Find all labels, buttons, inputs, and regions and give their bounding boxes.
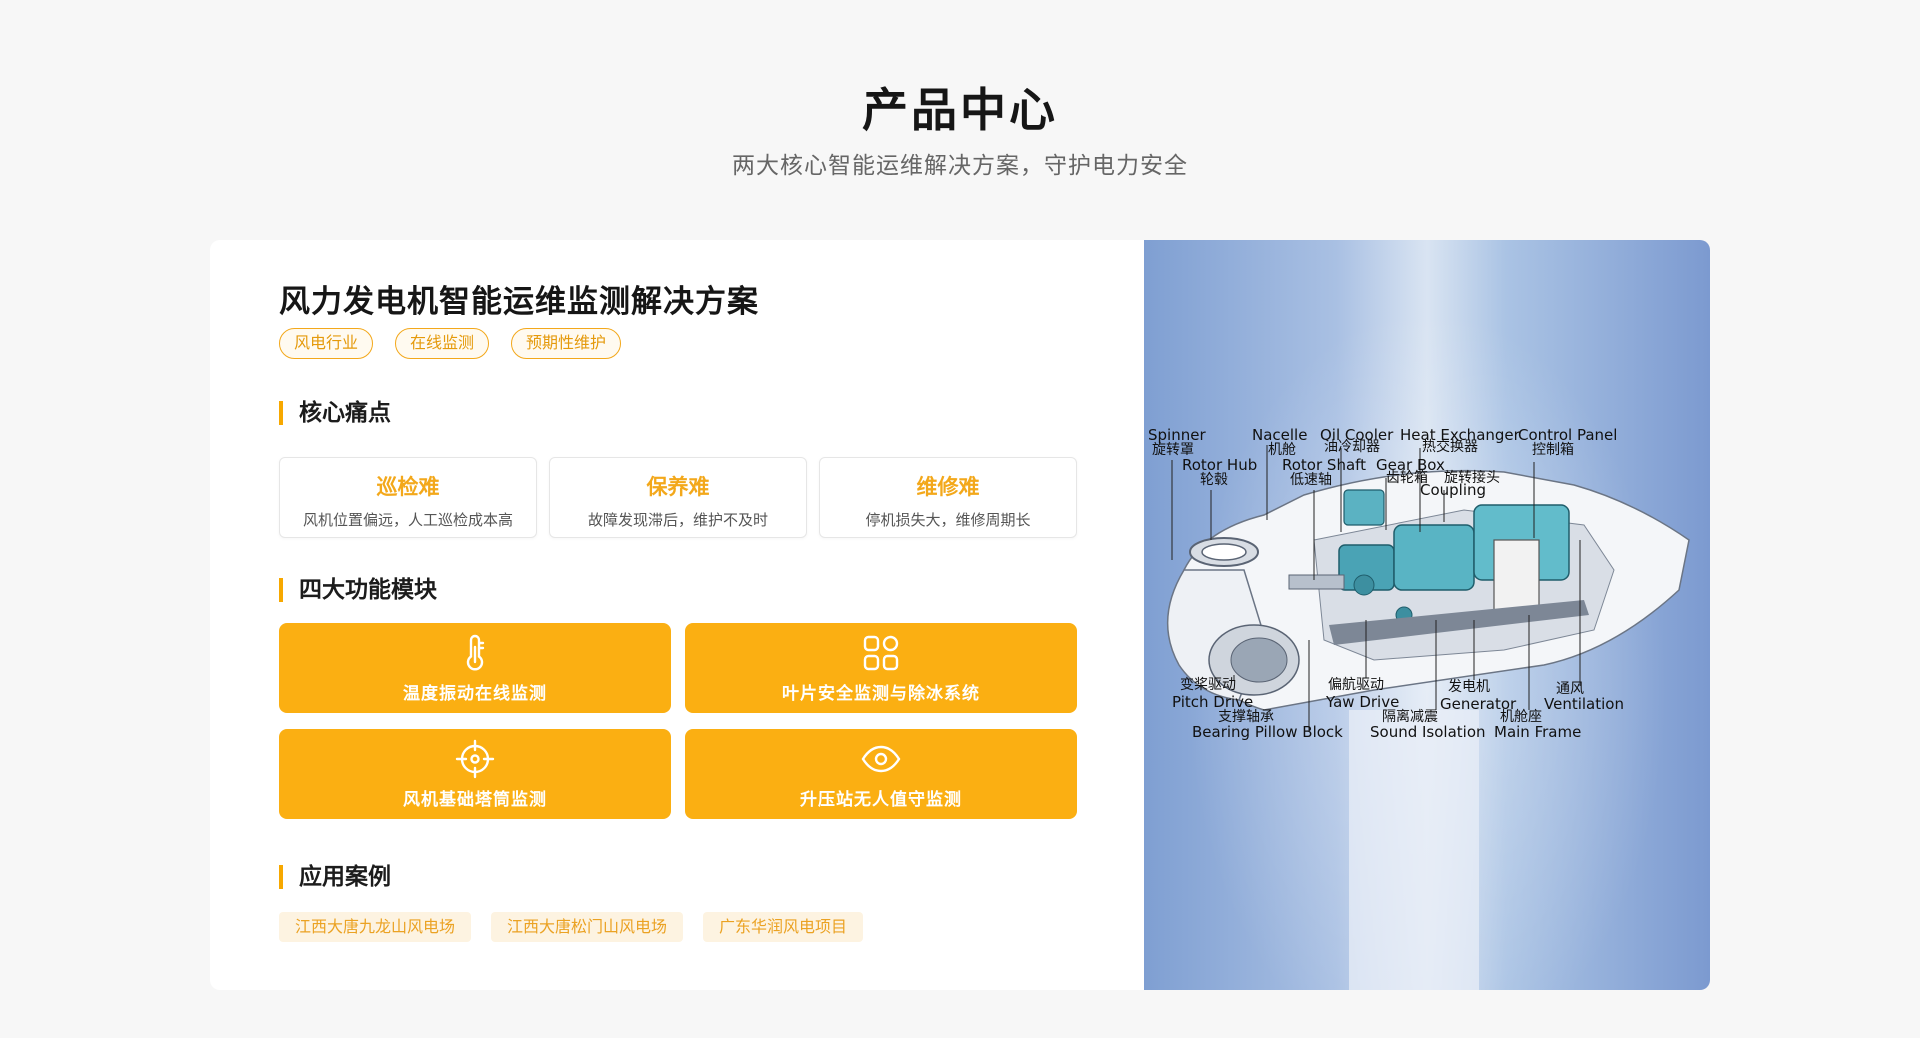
label-coupling-en: Coupling <box>1420 481 1487 499</box>
pain-desc: 停机损失大，维修周期长 <box>865 511 1031 529</box>
label-spinner-en: Spinner <box>1148 426 1206 444</box>
module-substation-unattended[interactable]: 升压站无人值守监测 <box>685 729 1077 819</box>
pain-title: 巡检难 <box>376 475 440 499</box>
case-huarun[interactable]: 广东华润风电项目 <box>703 912 864 942</box>
thermometer-icon <box>466 634 485 670</box>
pain-points-heading: 核心痛点 <box>279 400 391 426</box>
module-temperature-vibration[interactable]: 温度振动在线监测 <box>279 623 671 713</box>
pain-title: 保养难 <box>646 475 710 499</box>
pain-card-inspection: 巡检难 风机位置偏远，人工巡检成本高 <box>279 457 537 538</box>
label-bearing-en: Bearing Pillow Block <box>1192 723 1343 741</box>
label-rotor-shaft-en: Rotor Shaft <box>1282 456 1367 474</box>
tag-online-monitoring: 在线监测 <box>395 328 490 359</box>
module-label: 升压站无人值守监测 <box>800 789 962 810</box>
function-modules: 温度振动在线监测 叶片安全监测与除冰系统 风机基础塔筒监测 升压站无人值守监测 <box>279 623 1077 819</box>
solution-tags: 风电行业 在线监测 预期性维护 <box>279 328 622 359</box>
pain-points: 巡检难 风机位置偏远，人工巡检成本高 保养难 故障发现滞后，维护不及时 维修难 … <box>279 457 1077 538</box>
solution-title: 风力发电机智能运维监测解决方案 <box>279 284 759 320</box>
modules-heading: 四大功能模块 <box>279 577 437 603</box>
application-cases: 江西大唐九龙山风电场 江西大唐松门山风电场 广东华润风电项目 <box>279 912 864 942</box>
label-ventilation-en: Ventilation <box>1544 695 1624 713</box>
label-rotor-hub-en: Rotor Hub <box>1182 456 1258 474</box>
case-jiulongshan[interactable]: 江西大唐九龙山风电场 <box>279 912 472 942</box>
module-blade-deicing[interactable]: 叶片安全监测与除冰系统 <box>685 623 1077 713</box>
module-foundation-tower[interactable]: 风机基础塔筒监测 <box>279 729 671 819</box>
case-songmenshan[interactable]: 江西大唐松门山风电场 <box>491 912 684 942</box>
solution-info-panel: 风力发电机智能运维监测解决方案 风电行业 在线监测 预期性维护 核心痛点 巡检难… <box>210 240 1144 990</box>
turbine-diagram-panel: Spinner 旋转罩 Nacelle 机舱 Oil Cooler 油冷却器 H… <box>1144 240 1710 990</box>
crosshair-icon <box>455 739 495 778</box>
label-pitch-drive-en: Pitch Drive <box>1172 693 1254 711</box>
pain-card-repair: 维修难 停机损失大，维修周期长 <box>819 457 1077 538</box>
solution-card: 风力发电机智能运维监测解决方案 风电行业 在线监测 预期性维护 核心痛点 巡检难… <box>210 240 1710 990</box>
label-control-panel-en: Control Panel <box>1518 426 1618 444</box>
eye-icon <box>861 745 901 772</box>
label-yaw-drive-zh: 偏航驱动 <box>1328 677 1384 693</box>
tag-predictive-maintenance: 预期性维护 <box>511 328 622 359</box>
label-pitch-drive-zh: 变桨驱动 <box>1180 677 1236 693</box>
section-title: 产品中心 <box>862 83 1058 137</box>
pain-desc: 故障发现滞后，维护不及时 <box>587 511 768 529</box>
tag-wind-industry: 风电行业 <box>279 328 374 359</box>
label-oil-cooler-zh: 油冷却器 <box>1324 439 1380 455</box>
module-label: 风机基础塔筒监测 <box>403 789 547 810</box>
pain-title: 维修难 <box>916 475 980 499</box>
cases-heading: 应用案例 <box>279 864 391 890</box>
wind-turbine-nacelle-diagram <box>1166 445 1690 990</box>
module-label: 温度振动在线监测 <box>403 683 547 704</box>
section-subtitle: 两大核心智能运维解决方案，守护电力安全 <box>732 153 1188 179</box>
label-control-panel-zh: 控制箱 <box>1532 442 1574 458</box>
label-main-frame-en: Main Frame <box>1494 723 1582 741</box>
label-rotor-shaft-zh: 低速轴 <box>1290 472 1332 488</box>
pain-desc: 风机位置偏远，人工巡检成本高 <box>302 511 513 529</box>
grid-icon <box>863 635 899 670</box>
label-yaw-drive-en: Yaw Drive <box>1326 693 1400 711</box>
pain-card-maintenance: 保养难 故障发现滞后，维护不及时 <box>549 457 807 538</box>
label-rotor-hub-zh: 轮毂 <box>1200 472 1228 488</box>
label-heat-exchanger-zh: 热交换器 <box>1422 439 1478 455</box>
label-nacelle-en: Nacelle <box>1252 426 1308 444</box>
label-sound-isolation-en: Sound Isolation <box>1370 723 1486 741</box>
module-label: 叶片安全监测与除冰系统 <box>782 683 980 704</box>
label-generator-zh: 发电机 <box>1448 679 1490 695</box>
